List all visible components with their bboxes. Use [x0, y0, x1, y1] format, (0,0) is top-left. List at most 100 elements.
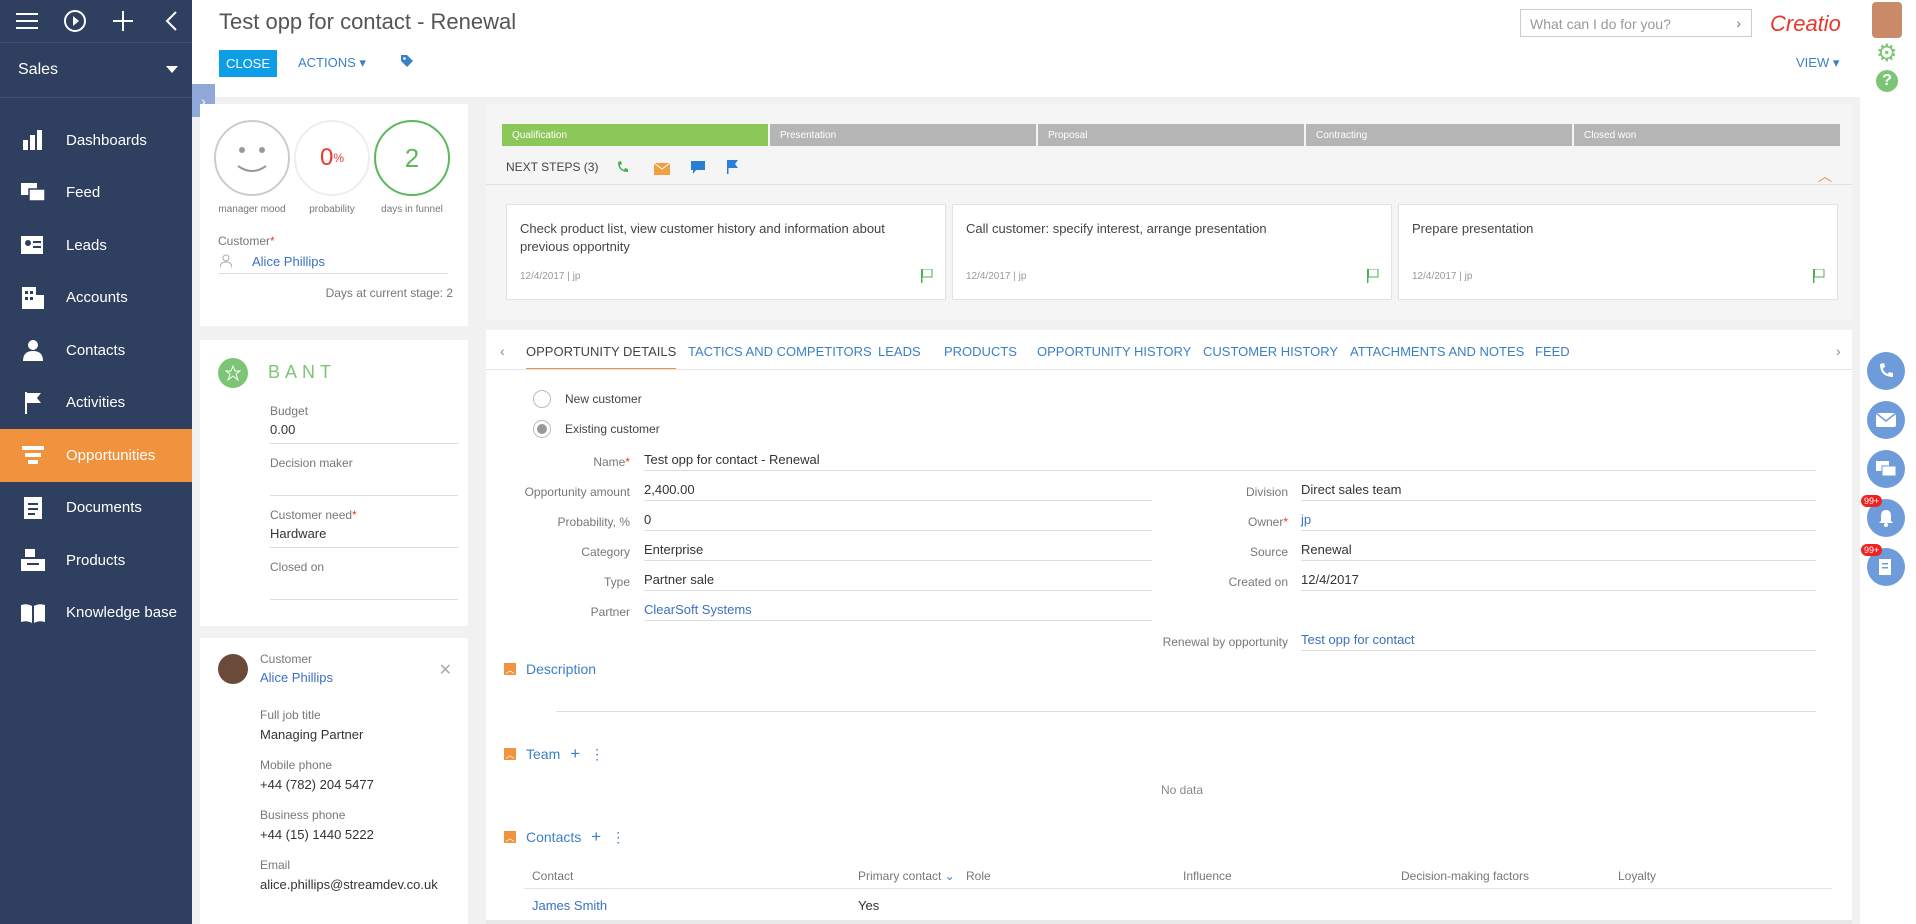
contact-name-link[interactable]: Alice Phillips — [260, 670, 333, 685]
stage-qualification[interactable]: Qualification — [502, 124, 768, 146]
business-phone-value[interactable]: +44 (15) 1440 5222 — [260, 827, 374, 842]
user-avatar[interactable] — [1872, 2, 1902, 38]
created-on-field[interactable]: 12/4/2017 — [1301, 571, 1816, 591]
contacts-section-header[interactable]: ︿ Contacts + ⋮ — [504, 827, 625, 847]
division-field[interactable]: Direct sales team — [1301, 481, 1816, 501]
amount-field[interactable]: 2,400.00 — [644, 481, 1152, 501]
tab-tactics-and-competitors[interactable]: TACTICS AND COMPETITORS — [688, 344, 872, 359]
source-field[interactable]: Renewal — [1301, 541, 1816, 561]
column-primary-contact[interactable]: Primary contact ⌄ — [858, 869, 955, 883]
collapse-icon[interactable]: ︿ — [504, 748, 516, 760]
next-step-card[interactable]: Call customer: specify interest, arrange… — [952, 204, 1392, 300]
name-field[interactable]: Test opp for contact - Renewal — [644, 451, 1816, 471]
gear-icon[interactable]: ⚙ — [1876, 42, 1898, 66]
partner-field[interactable]: ClearSoft Systems — [644, 601, 1152, 621]
collapse-icon[interactable]: ︿ — [504, 663, 516, 675]
sidebar-item-accounts[interactable]: Accounts — [0, 272, 192, 325]
email-value[interactable]: alice.phillips@streamdev.co.uk — [260, 877, 438, 892]
existing-customer-radio[interactable]: Existing customer — [533, 420, 660, 438]
customer-need-field[interactable]: Hardware — [270, 526, 458, 548]
email-icon[interactable] — [653, 162, 671, 180]
column-contact[interactable]: Contact — [532, 869, 573, 883]
tabs-scroll-right-icon[interactable]: › — [1836, 343, 1841, 359]
team-section-header[interactable]: ︿ Team + ⋮ — [504, 744, 604, 764]
add-icon[interactable] — [110, 8, 136, 34]
tab-feed[interactable]: FEED — [1535, 344, 1570, 359]
search-input[interactable]: What can I do for you? › — [1520, 9, 1752, 37]
close-button[interactable]: CLOSE — [219, 50, 277, 77]
table-row[interactable]: James Smith Yes — [524, 890, 1832, 920]
tab-customer-history[interactable]: CUSTOMER HISTORY — [1203, 344, 1338, 359]
next-step-card[interactable]: Prepare presentation 12/4/2017 | jp — [1398, 204, 1838, 300]
mobile-phone-value[interactable]: +44 (782) 204 5477 — [260, 777, 374, 792]
close-icon[interactable]: ✕ — [439, 660, 452, 680]
owner-field[interactable]: jp — [1301, 511, 1816, 531]
closed-on-field[interactable] — [270, 578, 458, 600]
play-icon[interactable] — [62, 8, 88, 34]
probability-field[interactable]: 0 — [644, 511, 1152, 531]
column-decision-making-factors[interactable]: Decision-making factors — [1401, 869, 1529, 883]
stage-presentation[interactable]: Presentation — [770, 124, 1036, 146]
tab-opportunity-history[interactable]: OPPORTUNITY HISTORY — [1037, 344, 1191, 359]
phone-button[interactable] — [1867, 352, 1905, 390]
stage-closed-won[interactable]: Closed won — [1574, 124, 1840, 146]
tasks-button[interactable]: 99+ — [1861, 544, 1905, 586]
sidebar-item-dashboards[interactable]: Dashboards — [0, 114, 192, 167]
contact-link[interactable]: James Smith — [532, 898, 607, 913]
chevron-right-icon[interactable]: › — [1736, 15, 1741, 31]
stage-proposal[interactable]: Proposal — [1038, 124, 1304, 146]
notifications-button[interactable]: 99+ — [1861, 495, 1905, 537]
flag-icon[interactable] — [727, 160, 739, 179]
description-section-header[interactable]: ︿ Description — [504, 661, 596, 677]
tab-leads[interactable]: LEADS — [878, 344, 921, 359]
add-icon[interactable]: + — [591, 827, 601, 847]
next-steps-tab[interactable]: NEXT STEPS (3) — [506, 160, 598, 174]
tabs-scroll-left-icon[interactable]: ‹ — [500, 343, 505, 359]
category-field[interactable]: Enterprise — [644, 541, 1152, 561]
column-loyalty[interactable]: Loyalty — [1618, 869, 1656, 883]
add-icon[interactable]: + — [570, 744, 580, 764]
next-step-card[interactable]: Check product list, view customer histor… — [506, 204, 946, 300]
sidebar-item-opportunities[interactable]: Opportunities — [0, 429, 192, 482]
flag-icon[interactable] — [1813, 268, 1825, 288]
tab-opportunity-details[interactable]: OPPORTUNITY DETAILS — [526, 344, 677, 370]
call-icon[interactable] — [616, 160, 630, 179]
flag-icon[interactable] — [921, 268, 933, 288]
stage-contracting[interactable]: Contracting — [1306, 124, 1572, 146]
column-influence[interactable]: Influence — [1183, 869, 1232, 883]
customer-field[interactable]: Alice Phillips — [218, 252, 448, 274]
more-icon[interactable]: ⋮ — [611, 829, 625, 846]
decision-maker-field[interactable] — [270, 474, 458, 496]
sidebar-item-activities[interactable]: Activities — [0, 377, 192, 430]
renewal-by-field[interactable]: Test opp for contact — [1301, 631, 1816, 651]
column-role[interactable]: Role — [966, 869, 991, 883]
type-field[interactable]: Partner sale — [644, 571, 1152, 591]
chat-icon[interactable] — [691, 161, 705, 179]
actions-button[interactable]: ACTIONS ▾ — [298, 55, 366, 71]
tag-icon[interactable] — [400, 54, 414, 73]
budget-field[interactable]: 0.00 — [270, 422, 458, 444]
new-customer-radio[interactable]: New customer — [533, 390, 642, 408]
flag-icon[interactable] — [1367, 268, 1379, 288]
sidebar-item-documents[interactable]: Documents — [0, 482, 192, 535]
customer-link[interactable]: Alice Phillips — [252, 254, 325, 269]
sidebar-item-contacts[interactable]: Contacts — [0, 324, 192, 377]
chat-button[interactable] — [1867, 450, 1905, 488]
collapse-icon[interactable]: ︿ — [504, 831, 516, 843]
tab-attachments-and-notes[interactable]: ATTACHMENTS AND NOTES — [1350, 344, 1524, 359]
collapse-icon[interactable]: ︿ — [1818, 166, 1832, 186]
email-button[interactable] — [1867, 401, 1905, 439]
view-button[interactable]: VIEW ▾ — [1796, 55, 1839, 71]
menu-icon[interactable] — [14, 8, 40, 34]
new-customer-label: New customer — [565, 392, 642, 406]
sidebar-item-feed[interactable]: Feed — [0, 167, 192, 220]
more-icon[interactable]: ⋮ — [590, 746, 604, 763]
sidebar-item-leads[interactable]: Leads — [0, 219, 192, 272]
help-icon[interactable]: ? — [1876, 70, 1898, 92]
sidebar-item-knowledge-base[interactable]: Knowledge base — [0, 587, 192, 640]
workspace-selector[interactable]: Sales — [0, 42, 192, 98]
collapse-icon[interactable] — [158, 8, 184, 34]
description-field[interactable] — [556, 688, 1816, 712]
sidebar-item-products[interactable]: Products — [0, 534, 192, 587]
tab-products[interactable]: PRODUCTS — [944, 344, 1017, 359]
